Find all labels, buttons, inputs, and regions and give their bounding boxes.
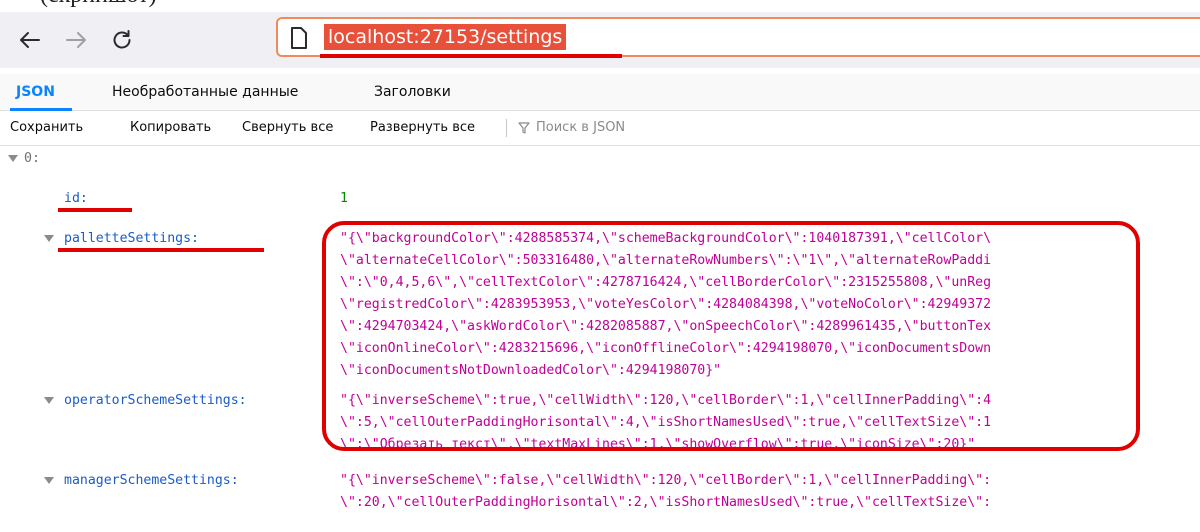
collapse-all-button[interactable]: Свернуть все <box>242 111 333 145</box>
filter-json-input[interactable]: Поиск в JSON <box>536 111 625 145</box>
palette-annotation-box <box>322 221 1140 451</box>
viewer-tabs: JSON Необработанные данные Заголовки <box>0 74 1200 111</box>
tree-value-line: \":20,\"cellOuterPaddingHorisontal\":2,\… <box>340 495 992 510</box>
tab-json[interactable]: JSON <box>16 74 55 110</box>
triangle-down-icon[interactable] <box>44 397 54 404</box>
tree-key-operatorSchemeSettings[interactable]: operatorSchemeSettings: <box>64 390 247 412</box>
reload-button[interactable] <box>106 24 138 56</box>
tree-value-id: 1 <box>340 191 348 206</box>
tree-value-line: "{\"inverseScheme\":false,\"cellWidth\":… <box>340 473 992 488</box>
triangle-down-icon[interactable] <box>44 235 54 242</box>
tree-key-palletteSettings[interactable]: palletteSettings: <box>64 228 199 250</box>
palette-annotation-underline <box>58 248 264 252</box>
tab-headers[interactable]: Заголовки <box>374 74 451 110</box>
tree-key-managerSchemeSettings[interactable]: managerSchemeSettings: <box>64 470 239 492</box>
forward-button[interactable] <box>60 24 92 56</box>
json-toolbar: Сохранить Копировать Свернуть все Развер… <box>0 111 1200 146</box>
id-annotation-underline <box>58 208 132 212</box>
tree-key-id: id: <box>64 191 88 206</box>
browser-nav-bar: localhost:27153/settings <box>0 12 1200 68</box>
page-icon <box>291 27 307 49</box>
triangle-down-icon[interactable] <box>8 155 18 162</box>
arrow-right-icon <box>66 32 86 48</box>
toolbar-divider <box>506 119 507 137</box>
reload-icon <box>113 30 131 49</box>
filter-icon <box>518 122 530 134</box>
arrow-left-icon <box>20 32 40 48</box>
back-button[interactable] <box>14 24 46 56</box>
save-button[interactable]: Сохранить <box>10 111 83 145</box>
top-cropped-strip: (скриншот) <box>0 0 1200 12</box>
expand-all-button[interactable]: Развернуть все <box>370 111 475 145</box>
tab-raw-data[interactable]: Необработанные данные <box>112 74 298 110</box>
url-annotation-underline <box>320 54 622 58</box>
address-bar[interactable]: localhost:27153/settings <box>276 17 1200 57</box>
triangle-down-icon[interactable] <box>44 477 54 484</box>
url-text[interactable]: localhost:27153/settings <box>324 24 567 50</box>
copy-button[interactable]: Копировать <box>130 111 211 145</box>
tree-key-root[interactable]: 0: <box>24 148 40 170</box>
